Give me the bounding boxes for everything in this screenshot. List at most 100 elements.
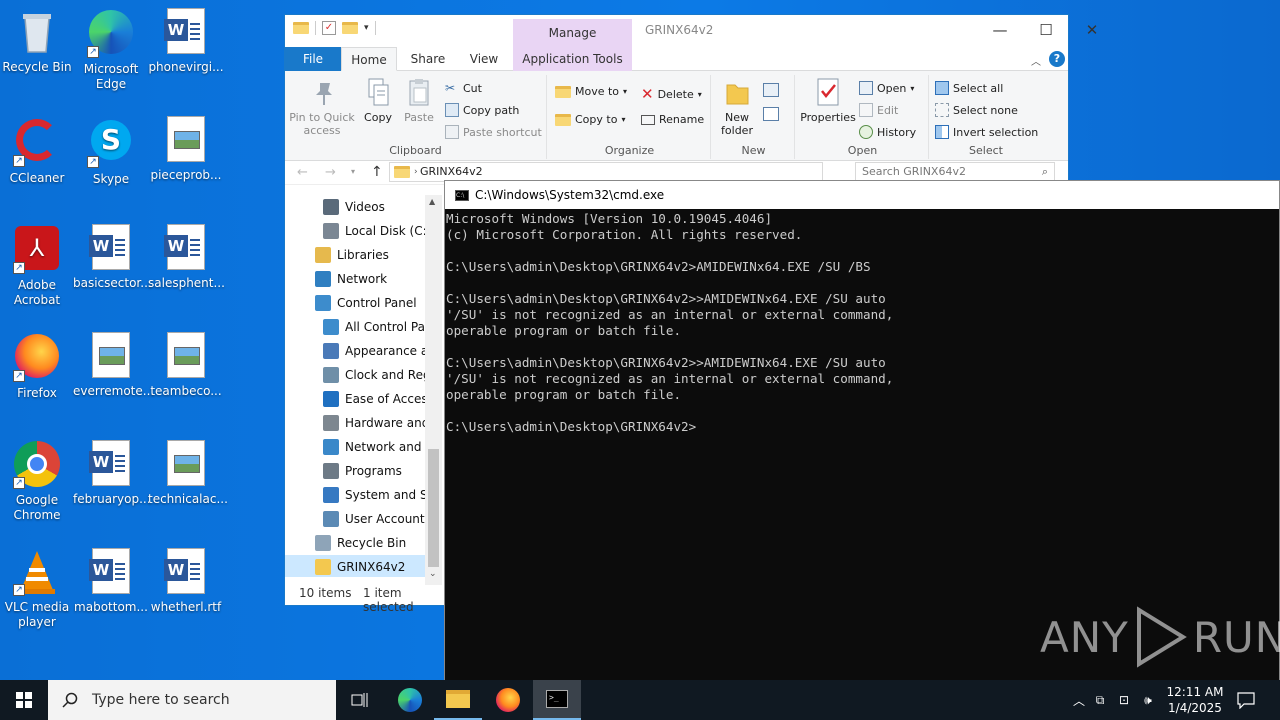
nav-item[interactable]: Local Disk (C:) [285, 219, 425, 243]
desktop-icon[interactable]: Wmabottom... [73, 548, 149, 615]
nav-item[interactable]: Videos [285, 195, 425, 219]
collapse-ribbon-icon[interactable]: ︿ [1031, 53, 1041, 68]
easy-access-icon[interactable] [763, 107, 779, 121]
cut-button[interactable]: ✂ Cut [445, 81, 482, 95]
edit-button[interactable]: Edit [859, 103, 898, 117]
copy-to-button[interactable]: Copy to ▾ [555, 113, 625, 126]
image-file-icon [162, 440, 210, 488]
nav-item-label: Control Panel [337, 296, 417, 310]
nav-item[interactable]: Control Panel [285, 291, 425, 315]
desktop-icon[interactable]: pieceprob... [148, 116, 224, 183]
cmd-console-output[interactable]: Microsoft Windows [Version 10.0.19045.40… [445, 209, 1279, 435]
properties-qat-icon[interactable]: ✓ [322, 21, 336, 35]
nav-item[interactable]: Programs [285, 459, 425, 483]
recent-locations-icon[interactable]: ▾ [351, 167, 355, 176]
nav-item[interactable]: User Accounts [285, 507, 425, 531]
pin-quick-access-button[interactable]: Pin to Quick access [289, 77, 359, 137]
scroll-thumb[interactable] [428, 449, 439, 567]
desktop-icon[interactable]: ↗ Google Chrome [0, 440, 75, 523]
close-button[interactable]: ✕ [1069, 15, 1115, 45]
desktop-icon[interactable]: Wwhetherl.rtf [148, 548, 224, 615]
history-button[interactable]: History [859, 125, 916, 139]
desktop-icon-label: basicsector... [73, 276, 152, 290]
desktop-icon[interactable]: ↗ CCleaner [0, 116, 75, 186]
taskbar-firefox[interactable] [484, 680, 532, 720]
show-hidden-icons-icon[interactable]: ︿ [1070, 692, 1088, 709]
desktop-icon[interactable]: ⅄ ↗ Adobe Acrobat [0, 224, 75, 308]
copy-path-button[interactable]: Copy path [445, 103, 519, 117]
select-all-button[interactable]: Select all [935, 81, 1003, 95]
invert-selection-button[interactable]: Invert selection [935, 125, 1038, 139]
chevron-down-icon[interactable]: ▾ [364, 23, 369, 33]
tab-application-tools[interactable]: Application Tools [513, 47, 632, 71]
tab-share[interactable]: Share [401, 47, 455, 71]
up-icon[interactable]: ↑ [371, 164, 383, 180]
new-folder-qat-icon[interactable] [342, 22, 358, 34]
nav-item[interactable]: Network [285, 267, 425, 291]
nav-item[interactable]: Recycle Bin [285, 531, 425, 555]
action-center-button[interactable] [1236, 680, 1256, 720]
desktop-icon[interactable]: Recycle Bin [0, 8, 75, 75]
desktop-icon[interactable]: everremote... [73, 332, 154, 399]
nav-item[interactable]: Appearance and Personalization [285, 339, 425, 363]
tab-file[interactable]: File [285, 47, 341, 71]
desktop-icon[interactable]: teambeco... [148, 332, 224, 399]
explorer-title-bar[interactable]: ✓ ▾ Manage GRINX64v2 — ☐ ✕ [285, 15, 1098, 47]
search-field[interactable]: Search GRINX64v2 ⌕ [855, 162, 1055, 182]
tab-home[interactable]: Home [341, 47, 397, 71]
desktop-icon[interactable]: ↗ Firefox [0, 332, 75, 401]
start-button[interactable] [0, 680, 48, 720]
properties-button[interactable]: Properties [799, 77, 857, 124]
nav-item[interactable]: Network and Internet [285, 435, 425, 459]
new-item-icon[interactable] [763, 83, 779, 97]
copy-button[interactable]: Copy [361, 77, 395, 124]
nav-item[interactable]: System and Security [285, 483, 425, 507]
rename-button[interactable]: Rename [641, 113, 704, 126]
nav-item[interactable]: Clock and Region [285, 363, 425, 387]
open-button[interactable]: Open ▾ [859, 81, 914, 95]
desktop-icon[interactable]: Wsalesphent... [148, 224, 225, 291]
scroll-down-icon[interactable]: ⌄ [429, 569, 437, 579]
nav-item[interactable]: All Control Panel Items [285, 315, 425, 339]
taskbar-cmd[interactable]: >_ [533, 680, 581, 720]
maximize-button[interactable]: ☐ [1023, 15, 1069, 45]
cmd-title: C:\Windows\System32\cmd.exe [475, 188, 665, 202]
taskbar-search-box[interactable]: Type here to search [48, 680, 336, 720]
nav-scrollbar[interactable]: ▲ ⌄ [425, 195, 442, 585]
network-icon[interactable]: ⊡ [1112, 693, 1136, 707]
select-none-button[interactable]: Select none [935, 103, 1018, 117]
desktop-icon[interactable]: ↗ VLC media player [0, 548, 75, 630]
taskbar-edge[interactable] [386, 680, 434, 720]
task-view-button[interactable] [336, 680, 384, 720]
volume-icon[interactable]: 🕪 [1136, 693, 1160, 708]
clock[interactable]: 12:11 AM 1/4/2025 [1160, 684, 1230, 716]
clock-date: 1/4/2025 [1168, 701, 1222, 715]
nav-item[interactable]: Hardware and Sound [285, 411, 425, 435]
desktop-icon[interactable]: Wphonevirgi... [148, 8, 224, 75]
help-icon[interactable]: ? [1049, 51, 1065, 67]
taskbar-file-explorer[interactable] [434, 680, 482, 720]
paste-shortcut-button[interactable]: Paste shortcut [445, 125, 542, 139]
desktop-icon[interactable]: S ↗ Skype [73, 116, 149, 187]
forward-icon[interactable]: → [325, 165, 336, 180]
cmd-title-bar[interactable]: C:\ C:\Windows\System32\cmd.exe [445, 181, 1279, 209]
network-drive-icon[interactable]: ⧉ [1088, 693, 1112, 708]
nav-item[interactable]: Ease of Access [285, 387, 425, 411]
back-icon[interactable]: ← [297, 165, 308, 180]
desktop-icon[interactable]: ↗ Microsoft Edge [73, 8, 149, 92]
nav-item[interactable]: GRINX64v2 [285, 555, 425, 577]
minimize-button[interactable]: — [977, 15, 1023, 45]
nav-item[interactable]: Libraries [285, 243, 425, 267]
paste-button[interactable]: Paste [401, 77, 437, 124]
new-folder-button[interactable]: New folder [717, 77, 757, 137]
delete-button[interactable]: ✕ Delete ▾ [641, 85, 702, 103]
console-line: C:\Users\admin\Desktop\GRINX64v2>>AMIDEW… [446, 355, 886, 370]
address-field[interactable]: › GRINX64v2 [389, 162, 823, 182]
desktop-icon[interactable]: Wfebruaryop... [73, 440, 151, 507]
desktop-icon[interactable]: Wbasicsector... [73, 224, 152, 291]
tab-view[interactable]: View [457, 47, 511, 71]
move-to-button[interactable]: Move to ▾ [555, 85, 627, 98]
scroll-up-icon[interactable]: ▲ [429, 197, 435, 206]
desktop-icon[interactable]: technicalac... [148, 440, 228, 507]
move-to-icon [555, 85, 571, 98]
